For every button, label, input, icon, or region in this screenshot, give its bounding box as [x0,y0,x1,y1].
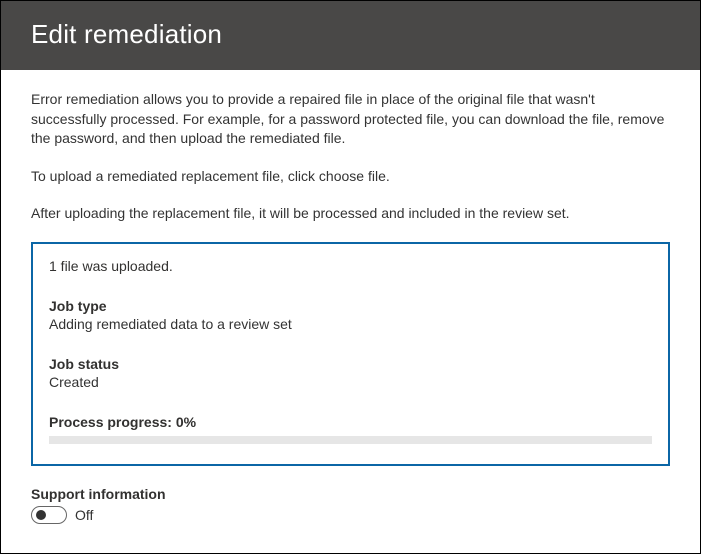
support-toggle-state: Off [75,507,93,523]
panel-header: Edit remediation [1,1,700,70]
support-toggle[interactable] [31,506,67,524]
intro-paragraph-3: After uploading the replacement file, it… [31,204,670,224]
job-status-field: Job status Created [49,356,652,390]
page-title: Edit remediation [31,19,670,50]
progress-bar [49,436,652,444]
support-toggle-row: Off [31,506,670,524]
job-status-label: Job status [49,356,652,372]
intro-paragraph-1: Error remediation allows you to provide … [31,90,670,149]
support-label: Support information [31,486,670,502]
progress-field: Process progress: 0% [49,414,652,444]
job-type-label: Job type [49,298,652,314]
progress-label: Process progress: [49,414,176,430]
toggle-knob-icon [36,510,46,520]
job-info-box: 1 file was uploaded. Job type Adding rem… [31,242,670,466]
upload-status-text: 1 file was uploaded. [49,258,652,274]
intro-paragraph-2: To upload a remediated replacement file,… [31,167,670,187]
support-section: Support information Off [31,486,670,524]
job-type-value: Adding remediated data to a review set [49,316,652,332]
job-type-field: Job type Adding remediated data to a rev… [49,298,652,332]
job-status-value: Created [49,374,652,390]
progress-percent: 0% [176,414,196,430]
panel-content: Error remediation allows you to provide … [1,70,700,544]
intro-text: Error remediation allows you to provide … [31,90,670,224]
